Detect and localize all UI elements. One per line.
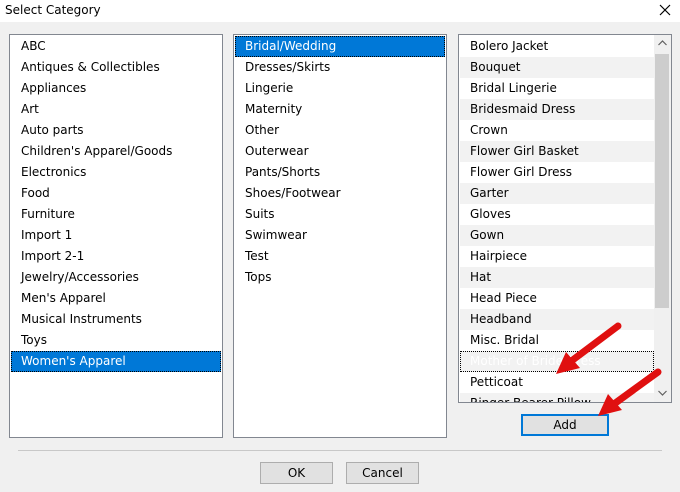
item-list-item[interactable]: Mother of Bride Dress (460, 351, 654, 372)
category-list-item[interactable]: Appliances (11, 78, 221, 99)
item-list-item[interactable]: Bouquet (460, 57, 654, 78)
category-list-item[interactable]: Antiques & Collectibles (11, 57, 221, 78)
category-list-item[interactable]: Food (11, 183, 221, 204)
item-list-item[interactable]: Headband (460, 309, 654, 330)
subcategory-list-item[interactable]: Tops (235, 267, 445, 288)
item-list[interactable]: Bolero Jacket Bouquet Bridal Lingerie Bride… (458, 34, 672, 403)
item-list-item[interactable]: Ringer Bearer Pillow (460, 393, 654, 402)
category-list-item[interactable]: Art (11, 99, 221, 120)
window-title: Select Category (5, 3, 101, 17)
subcategory-list-item[interactable]: Swimwear (235, 225, 445, 246)
subcategory-list-item[interactable]: Pants/Shorts (235, 162, 445, 183)
item-list-item[interactable]: Crown (460, 120, 654, 141)
item-list-item[interactable]: Hairpiece (460, 246, 654, 267)
subcategory-list-item[interactable]: Shoes/Footwear (235, 183, 445, 204)
close-icon[interactable] (656, 1, 674, 19)
category-list-item[interactable]: Children's Apparel/Goods (11, 141, 221, 162)
item-list-item[interactable]: Bolero Jacket (460, 36, 654, 57)
category-list-item[interactable]: Jewelry/Accessories (11, 267, 221, 288)
scroll-down-icon[interactable] (654, 385, 671, 402)
divider (18, 450, 662, 451)
item-list-item[interactable]: Head Piece (460, 288, 654, 309)
item-list-item[interactable]: Bridesmaid Dress (460, 99, 654, 120)
category-list-item[interactable]: Men's Apparel (11, 288, 221, 309)
item-list-item[interactable]: Garter (460, 183, 654, 204)
scroll-up-icon[interactable] (654, 35, 671, 52)
category-list-item[interactable]: Import 2-1 (11, 246, 221, 267)
item-list-item[interactable]: Gown (460, 225, 654, 246)
title-bar: Select Category (0, 0, 680, 22)
ok-button[interactable]: OK (260, 462, 333, 484)
subcategory-list-item[interactable]: Bridal/Wedding (235, 36, 445, 57)
subcategory-list-item[interactable]: Outerwear (235, 141, 445, 162)
category-list-item[interactable]: Auto parts (11, 120, 221, 141)
subcategory-list-item[interactable]: Lingerie (235, 78, 445, 99)
category-list-item[interactable]: Toys (11, 330, 221, 351)
cancel-button[interactable]: Cancel (346, 462, 419, 484)
item-list-item[interactable]: Misc. Bridal (460, 330, 654, 351)
subcategory-list-item[interactable]: Test (235, 246, 445, 267)
item-list-item[interactable]: Flower Girl Basket (460, 141, 654, 162)
category-list-item[interactable]: Furniture (11, 204, 221, 225)
category-list[interactable]: ABC Antiques & Collectibles Appliances Art A… (9, 34, 223, 438)
subcategory-list-item[interactable]: Maternity (235, 99, 445, 120)
add-button[interactable]: Add (521, 414, 609, 436)
subcategory-list-item[interactable]: Suits (235, 204, 445, 225)
subcategory-list-item[interactable]: Other (235, 120, 445, 141)
item-list-item[interactable]: Gloves (460, 204, 654, 225)
category-list-item[interactable]: ABC (11, 36, 221, 57)
item-list-item[interactable]: Hat (460, 267, 654, 288)
category-list-item[interactable]: Musical Instruments (11, 309, 221, 330)
subcategory-list[interactable]: Bridal/Wedding Dresses/Skirts Lingerie Mate… (233, 34, 447, 438)
category-list-item[interactable]: Women's Apparel (11, 351, 221, 372)
scroll-thumb[interactable] (655, 54, 669, 308)
item-list-item[interactable]: Petticoat (460, 372, 654, 393)
item-list-item[interactable]: Bridal Lingerie (460, 78, 654, 99)
item-list-item[interactable]: Flower Girl Dress (460, 162, 654, 183)
subcategory-list-item[interactable]: Dresses/Skirts (235, 57, 445, 78)
category-list-item[interactable]: Import 1 (11, 225, 221, 246)
item-list-scrollbar[interactable] (654, 35, 671, 402)
category-list-item[interactable]: Electronics (11, 162, 221, 183)
